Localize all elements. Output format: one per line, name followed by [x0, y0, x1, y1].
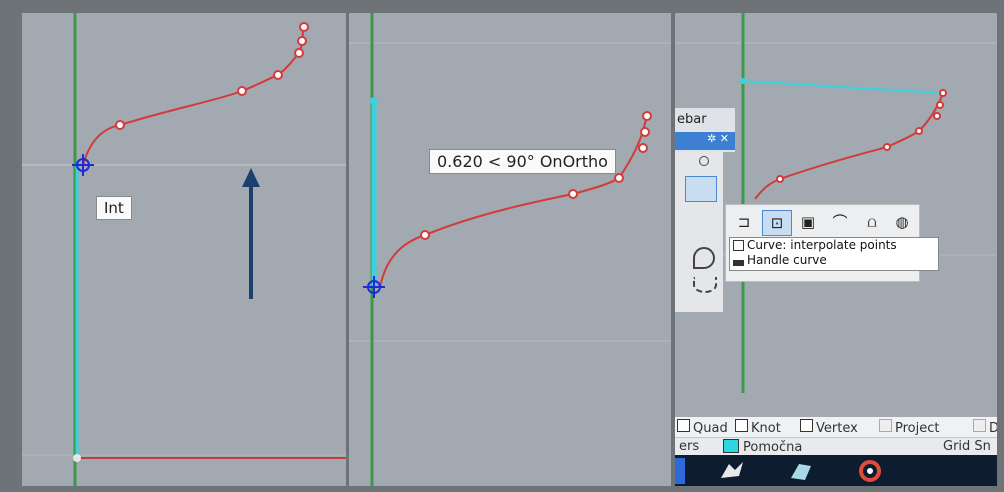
control-point: [640, 127, 650, 137]
control-point: [642, 111, 652, 121]
loop-curve-icon[interactable]: [693, 247, 715, 269]
control-point: [933, 112, 941, 120]
tooltip-menu: Curve: interpolate points Handle curve: [729, 237, 939, 271]
control-point: [939, 89, 947, 97]
toolbar-column: [675, 152, 723, 312]
viewport-middle[interactable]: 0.620 < 90° OnOrtho: [349, 13, 671, 486]
osnap-vertex[interactable]: Vertex: [800, 419, 858, 436]
toolbar-controls[interactable]: ✲ ✕: [675, 132, 735, 150]
control-point: [299, 22, 309, 32]
control-point: [237, 86, 247, 96]
osnap-project[interactable]: Project: [879, 419, 939, 436]
rhino-taskbar-icon[interactable]: [717, 458, 747, 484]
app-taskbar-icon[interactable]: [785, 458, 815, 484]
current-layer[interactable]: Pomočna linija: [723, 439, 802, 470]
control-point: [614, 173, 624, 183]
angle-tooltip: 0.620 < 90° OnOrtho: [429, 149, 616, 174]
tracking-point: [370, 97, 378, 105]
polyline-curve-icon[interactable]: ⩍: [858, 210, 886, 234]
control-point: [776, 175, 784, 183]
taskbar: [675, 455, 997, 486]
layer-bar: ers Pomočna linija Grid Sn: [675, 437, 997, 470]
curve-interpolate-icon[interactable]: ⊡: [762, 210, 792, 236]
control-point: [115, 120, 125, 130]
tracking-point: [740, 78, 746, 84]
control-point: [936, 101, 944, 109]
menu-item-interpolate[interactable]: Curve: interpolate points: [730, 238, 938, 253]
point-icon[interactable]: [699, 156, 709, 166]
up-arrow-icon: [242, 168, 260, 299]
control-points[interactable]: [115, 22, 309, 130]
control-point: [915, 127, 923, 135]
control-points[interactable]: [420, 111, 652, 240]
handle-curve-icon[interactable]: ⌒: [826, 210, 854, 234]
toolbar-title: ebar: [677, 112, 707, 127]
tracking-line: [742, 80, 944, 94]
control-point: [297, 36, 307, 46]
menu-item-handle-curve[interactable]: Handle curve: [730, 253, 938, 268]
control-point-curve-icon[interactable]: ⊐: [730, 210, 758, 234]
osnap-quad[interactable]: Quad: [677, 419, 728, 436]
endpoint-marker: [73, 454, 81, 462]
control-point: [273, 70, 283, 80]
control-point: [638, 143, 648, 153]
interpolated-curve[interactable]: [379, 112, 648, 288]
osnap-knot[interactable]: Knot: [735, 419, 781, 436]
curve-interpolate-icon[interactable]: [685, 176, 717, 202]
viewport-middle-canvas: [349, 13, 671, 486]
layers-label: ers: [679, 439, 700, 454]
curve-toolbar: ebar ✲ ✕: [675, 108, 735, 152]
grid-snap-toggle[interactable]: Grid Sn: [943, 439, 991, 454]
viewport-left-canvas: [22, 13, 346, 486]
control-point: [883, 143, 891, 151]
curve-sketch-icon[interactable]: ▣: [794, 210, 822, 234]
control-points[interactable]: [776, 89, 947, 183]
control-point: [420, 230, 430, 240]
freeform-curve-icon[interactable]: ◍: [888, 210, 916, 234]
snap-tooltip: Int: [96, 196, 132, 220]
osnap-bar: Quad Knot Vertex Project D: [675, 417, 997, 437]
osnap-d[interactable]: D: [973, 419, 997, 436]
viewport-left[interactable]: Int: [22, 13, 346, 486]
viewport-right[interactable]: ebar ✲ ✕ ⊐ ⊡ ▣ ⌒ ⩍ ◍ Curve: interpolate …: [675, 13, 997, 486]
taskbar-edge-icon[interactable]: [675, 458, 685, 484]
control-point: [568, 189, 578, 199]
chrome-taskbar-icon[interactable]: [855, 458, 885, 484]
control-point: [294, 48, 304, 58]
arc-curve-icon[interactable]: [693, 277, 717, 293]
interpolated-curve[interactable]: [754, 92, 944, 200]
interpolated-curve[interactable]: [82, 26, 304, 166]
